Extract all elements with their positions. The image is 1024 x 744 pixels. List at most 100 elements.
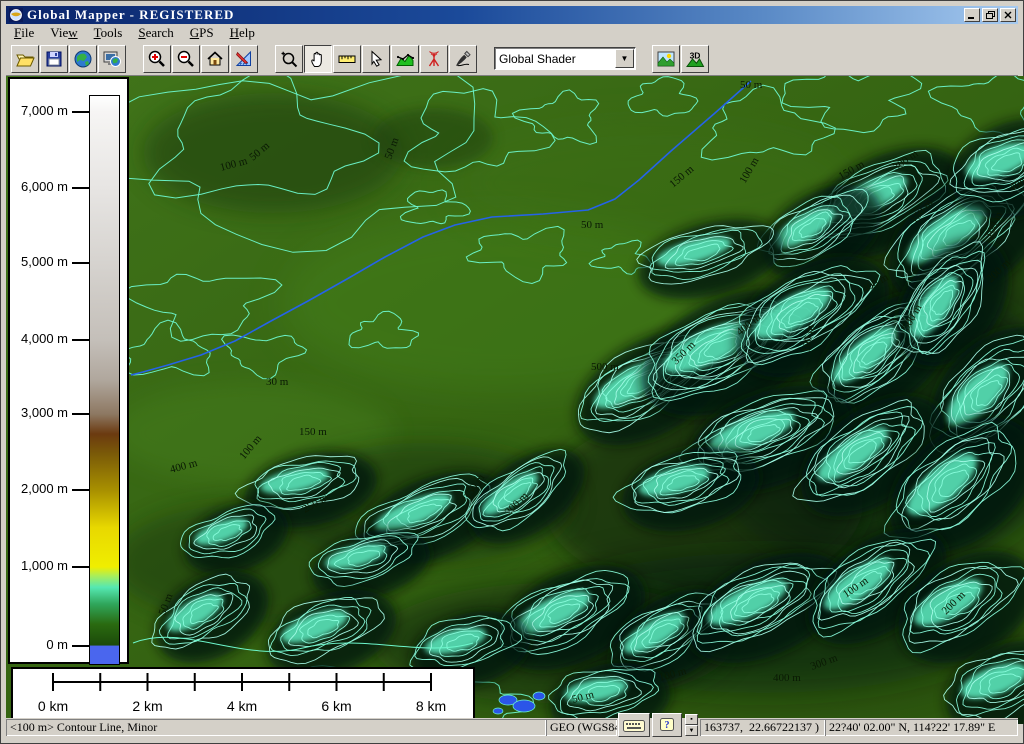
close-icon — [1004, 11, 1012, 19]
view-3d-icon: 3D — [685, 49, 705, 69]
map-container: 50 m100 m50 m50 m50 m150 m100 m150 m300 … — [6, 76, 1024, 724]
full-view-icon — [205, 49, 225, 69]
contour-label: 400 m — [773, 672, 801, 684]
path-profile-tool-button[interactable] — [391, 45, 419, 73]
show-images-icon — [656, 49, 676, 69]
menu-bar: FileViewToolsSearchGPSHelp — [6, 24, 1018, 42]
open-file-button[interactable] — [11, 45, 39, 73]
svg-text:2 km: 2 km — [132, 698, 162, 714]
legend-tick-label: 3,000 m — [10, 405, 68, 420]
restore-icon — [986, 11, 995, 19]
zoom-to-scale-icon — [234, 49, 254, 69]
show-images-button[interactable] — [652, 45, 680, 73]
zoom-tool-icon — [279, 49, 299, 69]
help-icon: ? — [659, 717, 675, 733]
status-message: <100 m> Contour Line, Minor — [6, 719, 546, 736]
svg-text:4 km: 4 km — [227, 698, 257, 714]
gps-tool-button[interactable] — [420, 45, 448, 73]
spinner-down-button[interactable]: ▼ — [685, 725, 698, 736]
legend-tick-label: 0 m — [10, 637, 68, 652]
legend-tick-label: 1,000 m — [10, 558, 68, 573]
svg-text:?: ? — [665, 720, 670, 731]
status-coords-xy: 163737, 22.66722137 ) — [700, 719, 825, 736]
legend-tick-line — [72, 111, 89, 113]
menu-search[interactable]: Search — [130, 24, 181, 42]
svg-text:3D: 3D — [690, 50, 701, 60]
legend-tick-label: 2,000 m — [10, 481, 68, 496]
toolbar-group-3d: 3D — [652, 45, 710, 73]
contour-label: 150 m — [299, 426, 327, 438]
toolbar: Global Shader ▼ 3D — [6, 42, 1018, 76]
app-window: Global Mapper - REGISTERED FileViewTools… — [0, 0, 1024, 744]
zoom-out-icon — [176, 49, 196, 69]
digitizer-tool-button[interactable] — [449, 45, 477, 73]
legend-tick-line — [72, 187, 89, 189]
keyboard-icon — [623, 718, 645, 732]
legend-tick-label: 7,000 m — [10, 103, 68, 118]
pick-tool-icon — [366, 49, 386, 69]
zoom-to-scale-button[interactable] — [230, 45, 258, 73]
contour-label: 50 m — [740, 79, 763, 91]
status-coords-dms: 22?40' 02.00" N, 114?22' 17.89" E — [825, 719, 1018, 736]
menu-view[interactable]: View — [42, 24, 85, 42]
chevron-down-icon[interactable]: ▼ — [615, 49, 634, 68]
shader-dropdown[interactable]: Global Shader ▼ — [494, 47, 636, 70]
pick-tool-button[interactable] — [362, 45, 390, 73]
map-view[interactable]: 50 m100 m50 m50 m50 m150 m100 m150 m300 … — [6, 76, 1024, 724]
view-3d-button[interactable]: 3D — [681, 45, 709, 73]
measure-tool-icon — [337, 49, 357, 69]
help-button[interactable]: ? — [652, 713, 682, 737]
toolbar-group-file — [11, 45, 127, 73]
status-projection: GEO (WGS84 — [546, 719, 617, 736]
legend-tick-label: 6,000 m — [10, 179, 68, 194]
pan-tool-button[interactable] — [304, 45, 332, 73]
legend-tick-line — [72, 566, 89, 568]
minimize-icon — [968, 12, 976, 19]
legend-tick-label: 4,000 m — [10, 331, 68, 346]
close-button[interactable] — [1000, 8, 1016, 22]
zoom-out-button[interactable] — [172, 45, 200, 73]
gps-tool-icon — [424, 49, 444, 69]
zoom-in-button[interactable] — [143, 45, 171, 73]
scale-bar: 0 km 2 km 4 km 6 km 8 km — [11, 667, 475, 720]
menu-file[interactable]: File — [6, 24, 42, 42]
title-bar[interactable]: Global Mapper - REGISTERED — [6, 6, 1018, 24]
world-data-icon — [73, 49, 93, 69]
digitizer-tool-icon — [453, 49, 473, 69]
save-icon — [44, 49, 64, 69]
keyboard-button[interactable] — [618, 713, 650, 737]
menu-tools[interactable]: Tools — [86, 24, 131, 42]
toolbar-group-zoom — [143, 45, 259, 73]
measure-tool-button[interactable] — [333, 45, 361, 73]
svg-text:6 km: 6 km — [321, 698, 351, 714]
overlay-control-center-icon — [102, 49, 122, 69]
app-icon — [9, 8, 23, 22]
legend-tick-line — [72, 339, 89, 341]
full-view-button[interactable] — [201, 45, 229, 73]
elevation-gradient-bar — [89, 95, 120, 665]
world-data-button[interactable] — [69, 45, 97, 73]
save-button[interactable] — [40, 45, 68, 73]
menu-help[interactable]: Help — [222, 24, 263, 42]
restore-button[interactable] — [982, 8, 998, 22]
contour-label: 30 m — [266, 376, 289, 388]
contour-label: 50 m — [581, 219, 604, 231]
overlay-control-center-button[interactable] — [98, 45, 126, 73]
elevation-legend: 7,000 m6,000 m5,000 m4,000 m3,000 m2,000… — [8, 77, 129, 664]
minimize-button[interactable] — [964, 8, 980, 22]
legend-tick-line — [72, 645, 89, 647]
svg-text:0 km: 0 km — [38, 698, 68, 714]
status-bar: <100 m> Contour Line, Minor GEO (WGS84 ?… — [6, 718, 1018, 738]
spinner-up-button[interactable]: ▪ — [685, 714, 698, 725]
shader-dropdown-value: Global Shader — [495, 52, 615, 66]
zoom-in-icon — [147, 49, 167, 69]
legend-tick-line — [72, 413, 89, 415]
legend-tick-line — [72, 262, 89, 264]
pan-tool-icon — [308, 49, 328, 69]
zoom-tool-button[interactable] — [275, 45, 303, 73]
menu-gps[interactable]: GPS — [182, 24, 222, 42]
svg-text:8 km: 8 km — [416, 698, 446, 714]
window-title: Global Mapper - REGISTERED — [27, 7, 962, 23]
open-file-icon — [15, 49, 35, 69]
path-profile-tool-icon — [395, 49, 415, 69]
